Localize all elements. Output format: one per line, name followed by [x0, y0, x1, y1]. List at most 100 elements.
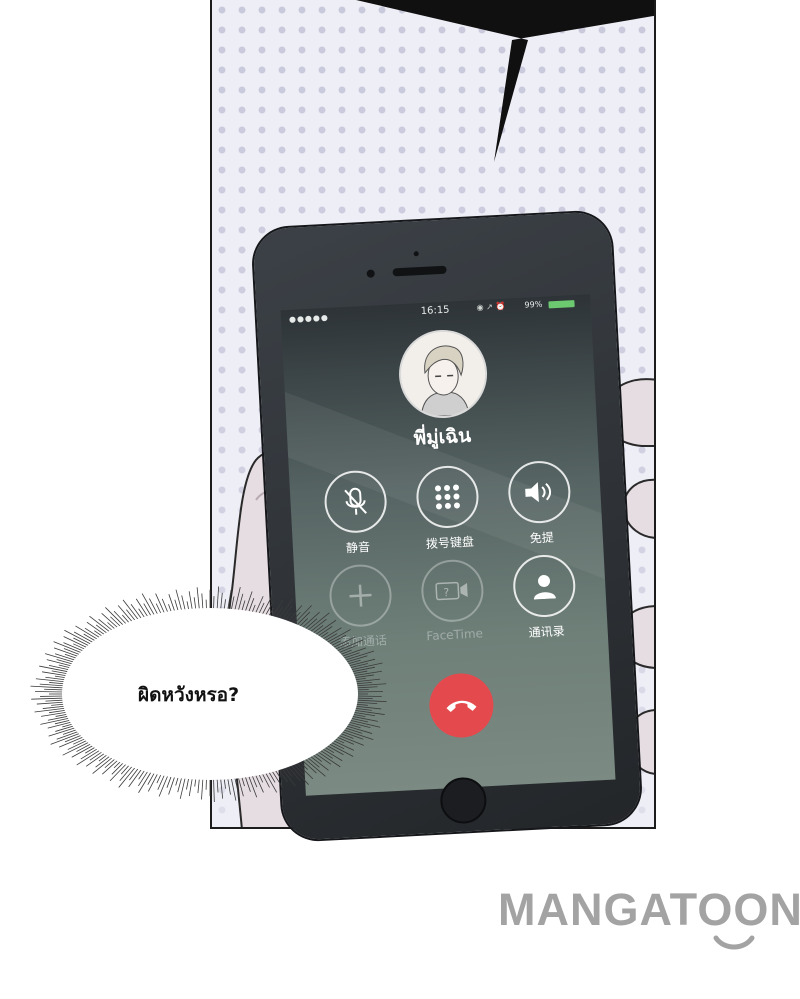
burst-spike — [309, 618, 327, 633]
burst-spike — [220, 777, 224, 799]
burst-spike — [39, 683, 65, 687]
burst-spike — [41, 711, 68, 717]
speaker-icon — [525, 482, 552, 503]
burst-spike — [36, 701, 65, 705]
burst-spike — [201, 593, 204, 611]
end-call-button[interactable] — [427, 671, 496, 740]
burst-spike — [264, 601, 274, 617]
burst-spike — [34, 707, 67, 713]
facetime-icon: ? — [435, 581, 468, 601]
burst-spike — [348, 663, 368, 669]
burst-spike — [342, 729, 374, 741]
burst-spike — [343, 650, 375, 661]
burst-spike — [227, 777, 231, 795]
burst-spike — [277, 599, 294, 620]
contact-icon — [533, 574, 556, 600]
burst-spike — [227, 589, 232, 611]
burst-spike — [117, 605, 134, 623]
burst-spike — [63, 636, 89, 649]
mute-label: 静音 — [345, 540, 371, 556]
status-bar: ●●●●● 16:15 ◉ ↗ ⏰ 99% — [280, 294, 591, 328]
burst-spike — [147, 771, 156, 785]
speech-bubble-tail — [356, 0, 654, 162]
burst-spike — [177, 776, 183, 793]
burst-spike — [158, 774, 169, 797]
burst-spike — [355, 699, 387, 703]
burst-spike — [201, 777, 204, 800]
burst-spike — [277, 768, 288, 783]
caller-avatar — [396, 327, 490, 421]
burst-spike — [247, 774, 258, 798]
burst-spike — [220, 592, 223, 611]
burst-spike — [76, 749, 101, 766]
burst-spike — [122, 599, 140, 621]
burst-spike — [295, 761, 314, 780]
burst-spike — [352, 670, 382, 677]
burst-spike — [230, 596, 235, 611]
burst-spike — [47, 715, 70, 721]
burst-spike — [73, 737, 87, 745]
burst-spike — [188, 777, 193, 797]
contacts-label: 通讯录 — [528, 623, 566, 640]
burst-spike — [197, 777, 200, 794]
battery-percent: 99% — [524, 299, 543, 310]
burst-spike — [175, 589, 183, 612]
burst-spike — [331, 636, 355, 649]
burst-spike — [56, 659, 74, 665]
burst-spike — [331, 739, 355, 751]
smile-logo-icon — [713, 935, 755, 950]
burst-spike — [168, 594, 176, 613]
keypad-icon — [435, 484, 460, 510]
burst-spike — [71, 744, 95, 758]
facetime-button[interactable]: ? — [419, 558, 485, 624]
burst-spike — [101, 613, 119, 629]
burst-spike — [309, 755, 329, 771]
burst-spike — [42, 705, 66, 709]
burst-spike — [64, 629, 93, 645]
svg-text:?: ? — [443, 586, 450, 599]
status-icons: ◉ ↗ ⏰ — [476, 301, 506, 313]
burst-spike — [62, 729, 78, 735]
burst-spike — [49, 682, 66, 685]
burst-spike — [351, 713, 366, 717]
burst-spike — [280, 767, 296, 787]
burst-spike — [168, 775, 176, 795]
burst-spike — [80, 747, 99, 760]
burst-spike — [161, 598, 169, 614]
burst-spike — [254, 596, 264, 615]
burst-spike — [337, 734, 364, 746]
burst-spike — [339, 732, 354, 739]
burst-spike — [41, 671, 68, 677]
burst-spike — [213, 777, 215, 802]
burst-spike — [350, 666, 376, 673]
burst-spike — [44, 688, 65, 691]
phone-hangup-icon — [446, 700, 477, 713]
burst-spike — [48, 727, 77, 737]
burst-spike — [261, 772, 270, 788]
burst-spike — [254, 773, 264, 793]
burst-spike — [301, 611, 320, 629]
balloon-text: ผิดหวังหรอ? — [138, 684, 240, 706]
burst-spike — [216, 586, 220, 611]
burst-spike — [31, 697, 65, 700]
burst-spike — [188, 591, 193, 611]
burst-spike — [126, 609, 137, 622]
earpiece-speaker — [392, 265, 447, 277]
burst-spike — [244, 591, 253, 613]
burst-spike — [274, 606, 284, 619]
burst-spike — [216, 777, 219, 793]
burst-spike — [355, 701, 378, 705]
mangatoon-logo-text: MANGATOON — [498, 884, 800, 935]
burst-spike — [353, 709, 385, 715]
burst-spike — [181, 595, 186, 612]
burst-spike — [73, 631, 95, 644]
burst-spike — [143, 603, 153, 618]
caller-portrait-icon — [398, 329, 488, 419]
burst-spike — [73, 643, 87, 651]
burst-spike — [306, 612, 330, 632]
burst-spike — [354, 681, 372, 685]
burst-spike — [353, 707, 372, 711]
burst-spike — [286, 605, 303, 623]
burst-spike — [58, 736, 85, 748]
signal-indicator: ●●●●● — [288, 312, 330, 324]
